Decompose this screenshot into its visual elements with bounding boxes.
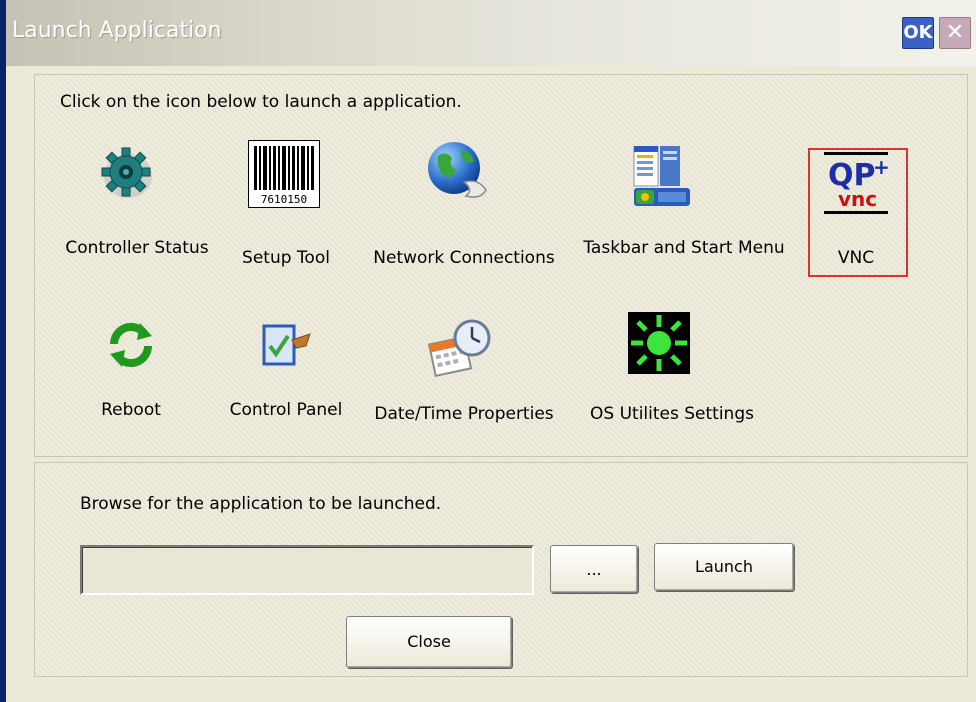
- launch-button[interactable]: Launch: [654, 543, 794, 591]
- reboot-arrows-icon: [109, 322, 153, 368]
- barcode-icon: 7610150: [248, 140, 320, 208]
- launch-application-window: Launch Application OK ✕ Click on the ico…: [0, 0, 976, 702]
- app-label: Reboot: [101, 400, 161, 420]
- barcode-digits: 7610150: [261, 193, 307, 206]
- gear-icon: [101, 147, 152, 198]
- browse-instruction: Browse for the application to be launche…: [80, 494, 442, 514]
- app-label: Control Panel: [229, 400, 343, 420]
- app-label: Network Connections: [373, 248, 555, 268]
- window-left-border: [0, 0, 6, 702]
- app-label: Controller Status: [65, 238, 209, 258]
- globe-network-icon: [428, 142, 487, 198]
- app-label: OS Utilites Settings: [590, 404, 754, 424]
- vnc-text: vnc: [838, 187, 877, 211]
- date-time-icon: [428, 319, 491, 377]
- plus-text: +: [873, 155, 888, 179]
- icons-instruction: Click on the icon below to launch a appl…: [60, 92, 462, 112]
- browse-button[interactable]: ...: [550, 545, 638, 593]
- sun-settings-icon: [628, 312, 690, 374]
- app-label: Date/Time Properties: [374, 404, 554, 424]
- app-label: Setup Tool: [242, 248, 330, 268]
- title-bar[interactable]: Launch Application OK ✕: [6, 0, 976, 66]
- taskbar-icon: [633, 146, 690, 206]
- app-label: VNC: [837, 248, 875, 268]
- close-window-button[interactable]: ✕: [939, 17, 971, 49]
- close-button[interactable]: Close: [346, 616, 512, 668]
- window-title: Launch Application: [12, 18, 222, 43]
- application-path-field[interactable]: [80, 545, 534, 595]
- ok-button[interactable]: OK: [902, 17, 934, 49]
- qp-vnc-icon: QP + vnc: [824, 152, 888, 214]
- control-panel-icon: [262, 324, 311, 366]
- app-label: Taskbar and Start Menu: [583, 238, 785, 258]
